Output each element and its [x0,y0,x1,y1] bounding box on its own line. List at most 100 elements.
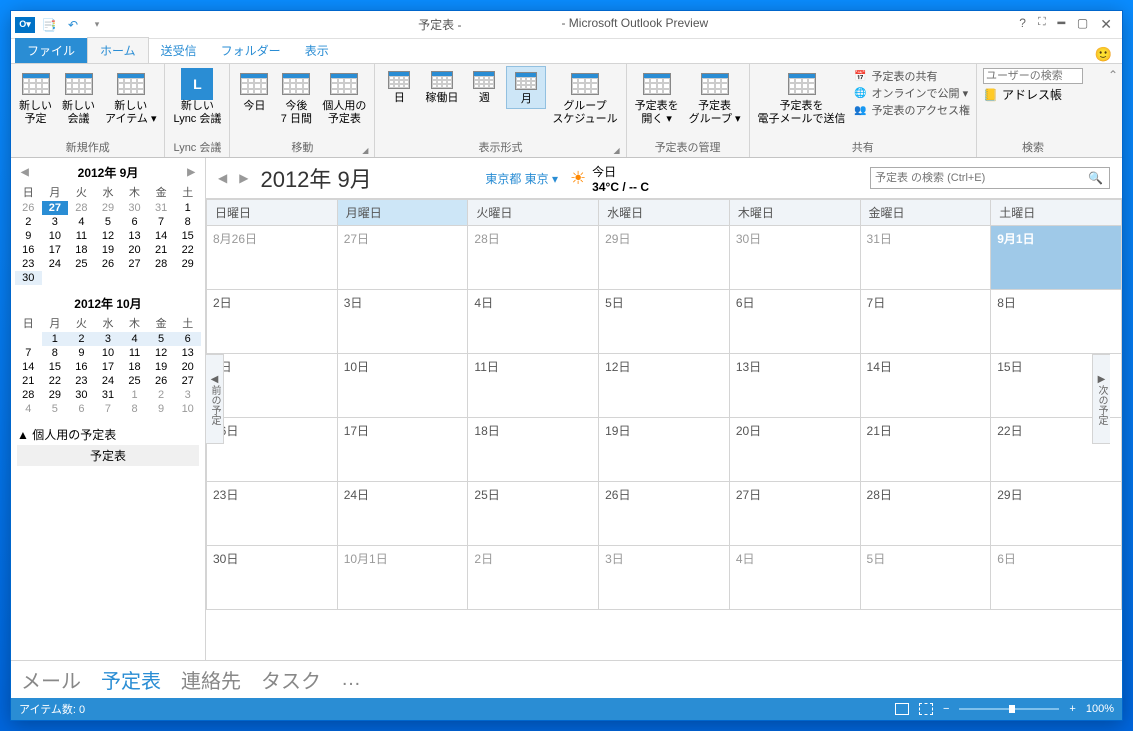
mini-cal-day[interactable]: 5 [148,332,175,346]
tab-file[interactable]: ファイル [15,38,87,63]
calendar-day-cell[interactable]: 25日 [468,482,599,546]
mini-cal-day[interactable]: 17 [42,243,69,257]
calendar-day-cell[interactable]: 27日 [729,482,860,546]
mini-cal-day[interactable]: 13 [121,229,148,243]
mini-cal-day[interactable]: 29 [95,201,122,215]
address-book-button[interactable]: 📒アドレス帳 [983,86,1083,103]
tab-sendreceive[interactable]: 送受信 [149,38,209,63]
calendar-day-cell[interactable]: 27日 [337,226,468,290]
calendar-day-cell[interactable]: 2日 [207,290,338,354]
next-appointment-handle[interactable]: ▶次の予定 [1092,354,1110,444]
mini-cal-day[interactable]: 26 [95,257,122,271]
nav-tasks[interactable]: タスク [261,665,321,694]
new-lync-meeting-button[interactable]: L新しい Lync 会議 [169,66,225,128]
mini-cal-day[interactable]: 12 [148,346,175,360]
mini-cal-day[interactable]: 20 [121,243,148,257]
mini-cal-day[interactable] [148,271,175,285]
calendar-day-cell[interactable]: 8月26日 [207,226,338,290]
mini-cal-day[interactable] [42,271,69,285]
calendar-day-cell[interactable]: 12日 [599,354,730,418]
close-icon[interactable]: ✕ [1100,16,1112,33]
calendar-day-cell[interactable]: 28日 [860,482,991,546]
calendar-day-cell[interactable]: 30日 [207,546,338,610]
mini-cal-day[interactable]: 26 [148,374,175,388]
calendar-day-cell[interactable]: 21日 [860,418,991,482]
feedback-smiley-icon[interactable]: 🙂 [1095,46,1112,63]
calendar-day-cell[interactable]: 5日 [860,546,991,610]
cal-next-icon[interactable]: ▶ [239,171,248,185]
mini-cal-day[interactable]: 7 [148,215,175,229]
mini-cal-day[interactable]: 4 [15,402,42,416]
mini-cal-day[interactable]: 22 [174,243,201,257]
new-meeting-button[interactable]: 新しい 会議 [58,66,99,128]
mini-cal-day[interactable]: 26 [15,201,42,215]
nav-more[interactable]: … [341,668,361,691]
mini-cal-day[interactable]: 1 [121,388,148,402]
mini-cal-day[interactable]: 21 [15,374,42,388]
calendar-month-grid[interactable]: 日曜日月曜日火曜日水曜日木曜日金曜日土曜日 8月26日27日28日29日30日3… [206,199,1122,660]
zoom-in-icon[interactable]: + [1069,703,1075,715]
personal-calendar-button[interactable]: 個人用の 予定表 [318,66,370,128]
calendar-day-cell[interactable]: 3日 [337,290,468,354]
mini-cal-day[interactable]: 25 [121,374,148,388]
mini-cal-day[interactable] [95,271,122,285]
zoom-out-icon[interactable]: − [943,703,949,715]
mini-cal-day[interactable]: 3 [42,215,69,229]
next-7-days-button[interactable]: 今後 7 日間 [276,66,316,128]
email-calendar-button[interactable]: 予定表を 電子メールで送信 [754,66,850,128]
calendar-day-cell[interactable]: 28日 [468,226,599,290]
mini-cal-day[interactable]: 8 [42,346,69,360]
calendar-day-cell[interactable]: 19日 [599,418,730,482]
calendar-day-cell[interactable]: 11日 [468,354,599,418]
mini-cal-day[interactable]: 25 [68,257,95,271]
mini-cal-day[interactable]: 19 [148,360,175,374]
mini-cal-day[interactable]: 20 [174,360,201,374]
calendar-search[interactable]: 🔍 [870,167,1110,189]
search-icon[interactable]: 🔍 [1082,171,1109,185]
qat-undo-icon[interactable]: ↶ [63,15,83,35]
schedule-view-button[interactable]: グループ スケジュール [548,66,621,128]
publish-online-button[interactable]: 🌐オンラインで公開 ▾ [854,85,970,101]
mini-cal-day[interactable]: 10 [42,229,69,243]
mini-cal-day[interactable]: 28 [68,201,95,215]
qat-send-receive-icon[interactable]: 📑 [39,15,59,35]
find-user-input[interactable] [983,68,1083,84]
calendar-day-cell[interactable]: 6日 [991,546,1122,610]
calendar-day-cell[interactable]: 10月1日 [337,546,468,610]
qat-customize-icon[interactable]: ▾ [87,15,107,35]
mini-cal-day[interactable]: 11 [121,346,148,360]
mini-cal-day[interactable]: 14 [15,360,42,374]
mini-cal-day[interactable]: 11 [68,229,95,243]
help-icon[interactable]: ? [1019,16,1026,33]
today-button[interactable]: 今日 [234,66,274,115]
mini-cal-day[interactable]: 29 [42,388,69,402]
mini-cal-day[interactable]: 27 [174,374,201,388]
mini-cal-day[interactable]: 15 [42,360,69,374]
day-view-button[interactable]: 日 [379,66,419,107]
calendar-day-cell[interactable]: 2日 [468,546,599,610]
mini-cal-day[interactable]: 13 [174,346,201,360]
tab-home[interactable]: ホーム [87,37,149,63]
week-view-button[interactable]: 週 [464,66,504,107]
calendar-day-cell[interactable]: 9月1日 [991,226,1122,290]
mini-cal-day[interactable]: 24 [42,257,69,271]
mini-cal-day[interactable] [121,271,148,285]
calendar-list-header[interactable]: ▲ 個人用の予定表 [17,426,199,443]
calendar-day-cell[interactable]: 24日 [337,482,468,546]
mini-cal-day[interactable]: 14 [148,229,175,243]
mini-cal-day[interactable]: 2 [15,215,42,229]
mini-cal-day[interactable]: 16 [15,243,42,257]
mini-cal-day[interactable]: 5 [95,215,122,229]
mini-cal-day[interactable]: 9 [15,229,42,243]
nav-people[interactable]: 連絡先 [181,665,241,694]
calendar-search-input[interactable] [871,172,1082,184]
zoom-slider[interactable] [959,708,1059,710]
mini-cal-day[interactable]: 27 [42,201,69,215]
calendar-day-cell[interactable]: 16日 [207,418,338,482]
mini-cal-day[interactable]: 18 [68,243,95,257]
calendar-day-cell[interactable]: 30日 [729,226,860,290]
work-week-view-button[interactable]: 稼働日 [421,66,462,107]
mini-cal-day[interactable]: 2 [68,332,95,346]
mini-cal-day[interactable]: 31 [95,388,122,402]
mini-cal-day[interactable]: 15 [174,229,201,243]
